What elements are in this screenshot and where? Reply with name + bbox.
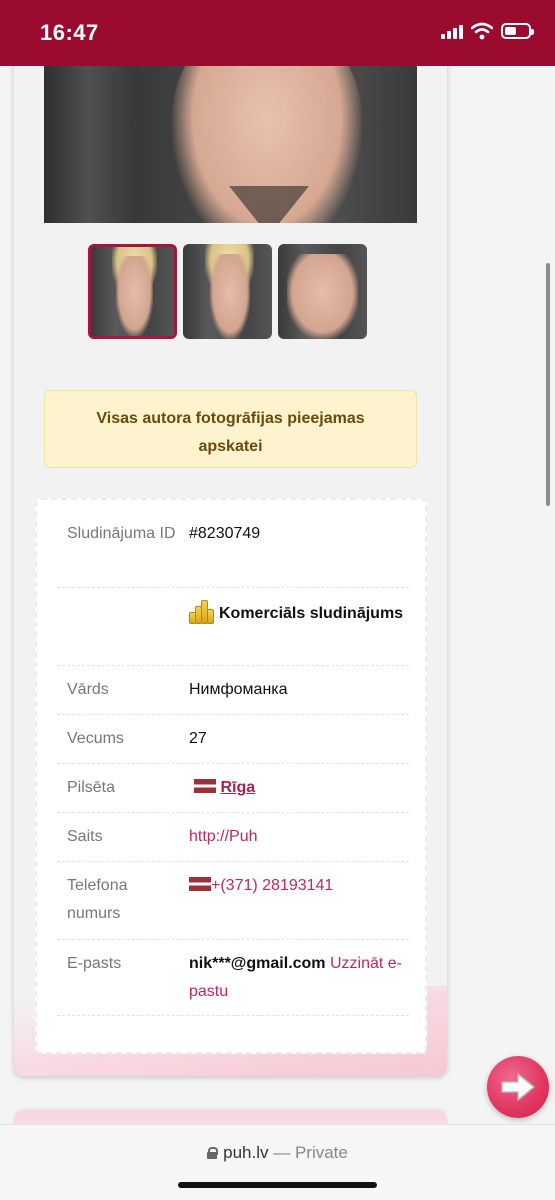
scrollbar[interactable] bbox=[546, 263, 550, 506]
status-bar: 16:47 bbox=[0, 0, 555, 66]
photo-thumbnail[interactable] bbox=[88, 244, 177, 339]
url-domain: puh.lv bbox=[223, 1143, 269, 1162]
main-photo[interactable] bbox=[44, 66, 417, 223]
detail-row-name: Vārds Нимфоманка bbox=[57, 666, 409, 715]
lock-icon bbox=[207, 1147, 219, 1159]
latvia-flag-icon bbox=[194, 779, 216, 793]
listing-type: Komerciāls sludinājums bbox=[189, 598, 407, 628]
name-value: Нимфоманка bbox=[189, 681, 288, 698]
detail-label: E-pasts bbox=[67, 955, 122, 972]
private-mode-label: Private bbox=[294, 1143, 348, 1162]
phone: +(371) 28193141 bbox=[189, 872, 407, 900]
city: Rīga bbox=[194, 774, 412, 802]
url-separator: — bbox=[273, 1143, 291, 1162]
detail-label: Telefona numurs bbox=[67, 877, 128, 922]
photo-thumbnail[interactable] bbox=[183, 244, 272, 339]
browser-bottom-bar: puh.lv — Private bbox=[0, 1124, 555, 1200]
detail-row-type: Komerciāls sludinājums bbox=[57, 588, 409, 666]
photo-thumbnail[interactable] bbox=[278, 244, 367, 339]
detail-label: Vārds bbox=[67, 681, 109, 698]
detail-row-email: E-pasts nik***@gmail.com Uzzināt e-pastu bbox=[57, 940, 409, 1016]
wifi-icon bbox=[471, 22, 493, 40]
listing-details: Sludinājuma ID #8230749 Komerciāls sludi… bbox=[35, 498, 427, 1054]
address-bar[interactable]: puh.lv — Private bbox=[0, 1143, 555, 1163]
home-indicator[interactable] bbox=[178, 1182, 377, 1188]
site-link[interactable]: http://Puh bbox=[189, 828, 258, 845]
notice-text: Visas autora fotogrāfijas pieejamas apsk… bbox=[96, 410, 365, 455]
photos-available-notice: Visas autora fotogrāfijas pieejamas apsk… bbox=[44, 390, 417, 468]
listing-id-value: #8230749 bbox=[189, 525, 261, 542]
detail-label: Vecums bbox=[67, 730, 124, 747]
next-button[interactable] bbox=[487, 1056, 549, 1118]
battery-icon bbox=[501, 23, 534, 39]
status-icons bbox=[441, 22, 534, 40]
detail-label: Pilsēta bbox=[67, 779, 116, 796]
listing-type-value: Komerciāls sludinājums bbox=[219, 605, 404, 622]
detail-label: Sludinājuma ID bbox=[67, 525, 176, 542]
photo-thumbnails bbox=[88, 244, 367, 339]
email-value: nik***@gmail.com bbox=[189, 955, 326, 972]
email: nik***@gmail.com Uzzināt e-pastu bbox=[189, 950, 407, 1006]
phone-link[interactable]: +(371) 28193141 bbox=[211, 877, 333, 894]
detail-label: Saits bbox=[67, 828, 103, 845]
detail-row-city: Pilsēta Rīga bbox=[57, 764, 409, 813]
detail-row-site: Saits http://Puh bbox=[57, 813, 409, 862]
site: http://Puh bbox=[189, 823, 407, 851]
detail-row-phone: Telefona numurs +(371) 28193141 bbox=[57, 862, 409, 940]
age-value: 27 bbox=[189, 730, 207, 747]
detail-row-id: Sludinājuma ID #8230749 bbox=[57, 520, 409, 588]
arrow-right-icon bbox=[501, 1073, 535, 1101]
detail-row-age: Vecums 27 bbox=[57, 715, 409, 764]
latvia-flag-icon bbox=[189, 877, 211, 891]
coins-icon bbox=[189, 598, 215, 624]
signal-icon bbox=[441, 23, 463, 39]
status-time: 16:47 bbox=[40, 20, 99, 45]
city-link[interactable]: Rīga bbox=[220, 779, 255, 796]
